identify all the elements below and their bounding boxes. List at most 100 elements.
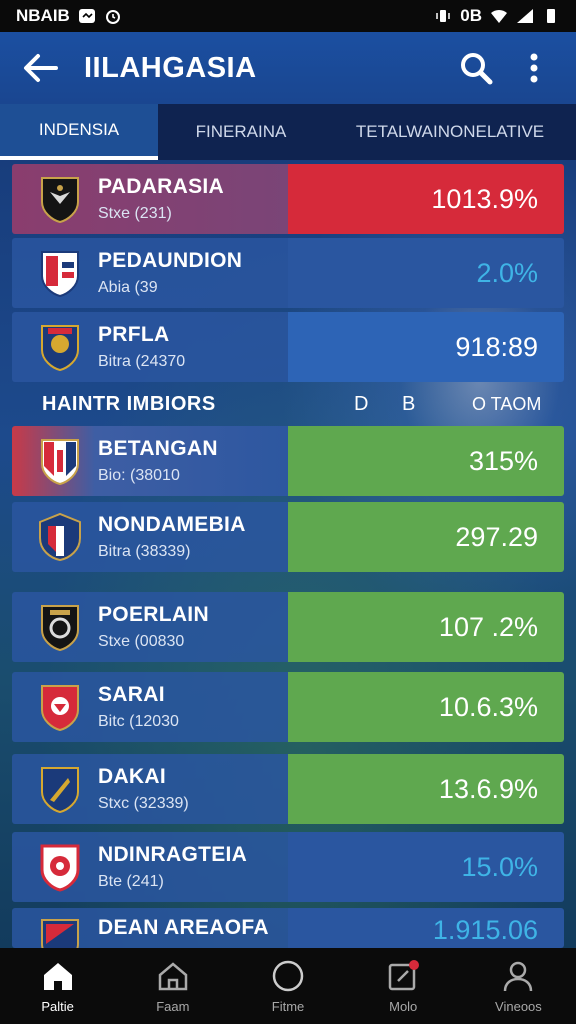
team-value: 918:89 (288, 312, 564, 382)
ball-crest-icon (40, 844, 80, 892)
alarm-icon (105, 10, 120, 24)
partial-crest-icon (41, 919, 79, 948)
team-subtitle: Stxc (32339) (98, 795, 189, 812)
signal-icon (517, 9, 533, 23)
house-outline-icon (158, 961, 188, 990)
team-value: 2.0% (288, 238, 564, 308)
nav-time[interactable]: Fitme (230, 948, 345, 1024)
team-name: PEDAUNDION (98, 249, 243, 272)
list-item[interactable]: DAKAI Stxc (32339) 13.6.9% (12, 754, 564, 824)
page-title: IILAHGASIA (84, 51, 257, 84)
team-name: POERLAIN (98, 603, 209, 626)
red-crest-icon (41, 685, 79, 732)
battery-icon (547, 9, 555, 23)
status-text: 0B (460, 6, 482, 25)
team-name: SARAI (98, 683, 165, 706)
bottom-navigation: Paltie Faam Fitme Molo Vineoos (0, 948, 576, 1024)
team-info: NDINRAGTEIA Bte (241) (12, 832, 288, 902)
column-header-b[interactable]: B (402, 393, 415, 416)
striped-crest-icon (41, 439, 79, 486)
wifi-icon (491, 9, 507, 23)
team-value: 1.915.06 (288, 908, 564, 948)
team-info: PRFLA Bitra (24370 (12, 312, 288, 382)
nav-label: Molo (389, 998, 418, 1014)
lion-crest-icon (41, 325, 79, 372)
status-bar: NBAIB 0B (0, 0, 576, 32)
edit-notification-icon (388, 959, 420, 990)
team-value: 315% (288, 426, 564, 496)
dark-crest-icon (41, 605, 79, 652)
team-value: 13.6.9% (288, 754, 564, 824)
arrow-left-icon (24, 54, 58, 82)
team-info: BETANGAN Bio: (38010 (12, 426, 288, 496)
app-bar: IILAHGASIA (0, 32, 576, 104)
team-info: NONDAMEBIA Bitra (38339) (12, 502, 288, 572)
team-name: DEAN AREAOFA (98, 916, 269, 939)
shield-crest-icon (41, 251, 79, 298)
team-subtitle: Bio: (38010 (98, 467, 180, 484)
team-subtitle: Stxe (00830 (98, 633, 185, 650)
section-header: HAINTR IMBIORS D B O TAOM (12, 386, 564, 422)
team-name: DAKAI (98, 765, 166, 788)
tab-indensia[interactable]: INDENSIA (0, 104, 158, 160)
nav-label: Faam (156, 998, 190, 1014)
team-name: NONDAMEBIA (98, 513, 246, 536)
team-value: 297.29 (288, 502, 564, 572)
column-header-d[interactable]: D (354, 393, 368, 416)
team-subtitle: Bitra (24370 (98, 353, 186, 370)
tab-bar: INDENSIA FINERAINA TETALWAINONELATIVE (0, 104, 576, 160)
message-icon (78, 9, 95, 23)
list-item[interactable]: DEAN AREAOFA 1.915.06 (12, 908, 564, 948)
list-item[interactable]: POERLAIN Stxe (00830 107 .2% (12, 592, 564, 662)
team-info: DAKAI Stxc (32339) (12, 754, 288, 824)
search-icon (461, 53, 493, 85)
team-name: PADARASIA (98, 175, 224, 198)
nav-home[interactable]: Paltie (0, 948, 115, 1024)
team-value: 15.0% (288, 832, 564, 902)
section-label: HAINTR IMBIORS (42, 392, 216, 415)
nav-team[interactable]: Faam (115, 948, 230, 1024)
list-item[interactable]: BETANGAN Bio: (38010 315% (12, 426, 564, 496)
team-subtitle: Abia (39 (98, 279, 158, 296)
tab-fineraina[interactable]: FINERAINA (158, 104, 324, 160)
team-value: 107 .2% (288, 592, 564, 662)
list-item[interactable]: PEDAUNDION Abia (39 2.0% (12, 238, 564, 308)
nav-label: Fitme (271, 998, 305, 1014)
team-info: POERLAIN Stxe (00830 (12, 592, 288, 662)
team-subtitle: Bitc (12030 (98, 713, 179, 730)
back-button[interactable] (20, 48, 60, 88)
team-name: PRFLA (98, 323, 170, 346)
tricolor-crest-icon (39, 512, 81, 562)
circle-icon (272, 960, 304, 991)
team-info: PADARASIA Stxe (231) (12, 164, 288, 234)
team-info: SARAI Bitc (12030 (12, 672, 288, 742)
list-item[interactable]: SARAI Bitc (12030 10.6.3% (12, 672, 564, 742)
nav-profile[interactable]: Vineoos (461, 948, 576, 1024)
column-header-total[interactable]: O TAOM (472, 394, 541, 415)
list-item[interactable]: NDINRAGTEIA Bte (241) 15.0% (12, 832, 564, 902)
nav-label: Vineoos (495, 998, 542, 1014)
team-info: DEAN AREAOFA (12, 908, 288, 948)
nav-label: Paltie (41, 998, 74, 1014)
team-info: PEDAUNDION Abia (39 (12, 238, 288, 308)
home-icon (43, 962, 72, 990)
gold-crest-icon (41, 767, 79, 814)
team-value: 10.6.3% (288, 672, 564, 742)
list-item[interactable]: PRFLA Bitra (24370 918:89 (12, 312, 564, 382)
list-item[interactable]: NONDAMEBIA Bitra (38339) 297.29 (12, 502, 564, 572)
team-subtitle: Stxe (231) (98, 205, 172, 222)
eagle-crest-icon (41, 177, 79, 224)
more-vertical-icon (530, 53, 538, 83)
team-name: BETANGAN (98, 437, 218, 460)
team-value: 1013.9% (288, 164, 564, 234)
list-item[interactable]: PADARASIA Stxe (231) 1013.9% (12, 164, 564, 234)
status-carrier: NBAIB (16, 6, 70, 25)
user-icon (504, 961, 533, 991)
more-options-button[interactable] (512, 46, 556, 90)
team-subtitle: Bte (241) (98, 873, 164, 890)
tab-tetalwainonelative[interactable]: TETALWAINONELATIVE (324, 104, 576, 160)
nav-notes[interactable]: Molo (346, 948, 461, 1024)
team-name: NDINRAGTEIA (98, 843, 248, 866)
search-button[interactable] (454, 46, 498, 90)
vibrate-icon (436, 10, 451, 22)
